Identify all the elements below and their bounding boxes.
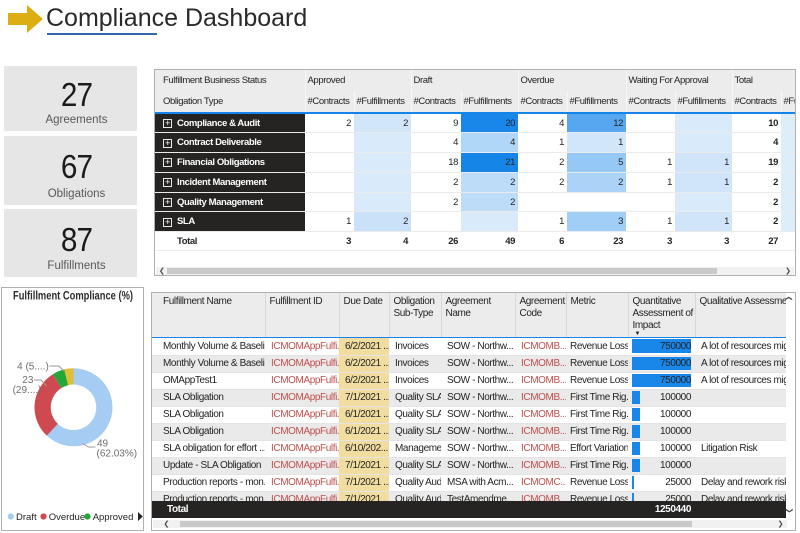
svg-text:Fulfillment Compliance (%): Fulfillment Compliance (%) [13,291,133,303]
svg-text:(62.03%): (62.03%) [97,449,138,460]
svg-text:Overdue: Overdue [49,512,85,523]
svg-text:Approved: Approved [93,512,134,523]
svg-text:(29....): (29....) [13,385,42,396]
svg-text:4 (5....): 4 (5....) [17,362,49,373]
svg-text:Draft: Draft [16,512,37,523]
